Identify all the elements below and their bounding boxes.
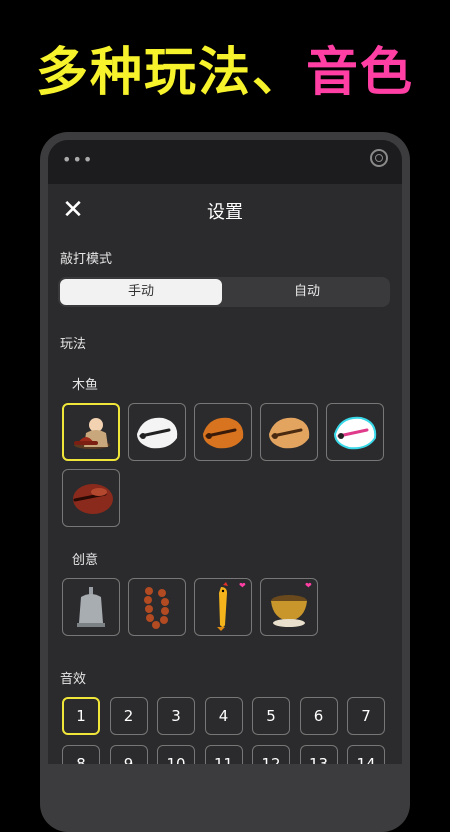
sound-option-2[interactable]: 2 <box>109 697 148 735</box>
woodfish-grid <box>48 403 402 535</box>
page-title: 设置 <box>207 202 243 223</box>
woodfish-tile-neon[interactable] <box>326 403 384 461</box>
prayer-beads-icon <box>144 587 169 629</box>
monk-woodfish-icon <box>74 418 110 449</box>
favorite-heart-icon: ❤ <box>239 581 246 590</box>
creative-tile-chicken[interactable]: ❤ <box>194 578 252 636</box>
creative-label: 创意 <box>72 553 99 568</box>
sound-effects-grid: 1 2 3 4 5 6 7 8 9 10 11 12 13 14 <box>48 697 402 764</box>
sound-option-10[interactable]: 10 <box>157 745 195 764</box>
mode-segmented-control: 手动 自动 <box>58 277 390 307</box>
mode-option-auto[interactable]: 自动 <box>226 279 388 305</box>
sound-option-3[interactable]: 3 <box>157 697 195 735</box>
sound-option-11[interactable]: 11 <box>204 745 243 764</box>
sound-option-7[interactable]: 7 <box>347 697 385 735</box>
creative-tile-bell[interactable] <box>62 578 120 636</box>
sound-option-12[interactable]: 12 <box>252 745 290 764</box>
bell-icon <box>77 587 105 627</box>
mode-option-manual[interactable]: 手动 <box>60 279 222 305</box>
status-bar: ••• <box>48 140 402 184</box>
top-bar: ✕ 设置 <box>48 184 402 238</box>
woodfish-tile-dark-red[interactable] <box>62 469 120 527</box>
headline-part1: 多种玩法 <box>35 43 252 103</box>
play-label: 玩法 <box>60 337 87 352</box>
sound-option-8[interactable]: 8 <box>62 745 100 764</box>
settings-screen: ••• ✕ 设置 敲打模式 手动 自动 玩法 木鱼 创意 ❤ ❤ 音效 1 2 … <box>48 140 402 764</box>
woodfish-label: 木鱼 <box>72 378 99 393</box>
white-woodfish-icon <box>137 417 178 449</box>
woodfish-tile-orange[interactable] <box>194 403 252 461</box>
phone-bottom-bezel <box>40 764 410 800</box>
dark-red-woodfish-icon <box>73 484 113 514</box>
creative-tile-bowl[interactable]: ❤ <box>260 578 318 636</box>
sound-option-1[interactable]: 1 <box>62 697 100 735</box>
headline-part2: 音色 <box>306 43 415 103</box>
woodfish-tile-monk[interactable] <box>62 403 120 461</box>
mode-label: 敲打模式 <box>60 252 113 267</box>
sound-option-5[interactable]: 5 <box>252 697 290 735</box>
menu-dots-icon[interactable]: ••• <box>62 150 93 169</box>
creative-tile-beads[interactable] <box>128 578 186 636</box>
sound-option-9[interactable]: 9 <box>109 745 148 764</box>
creative-grid: ❤ ❤ <box>48 578 402 644</box>
light-wood-woodfish-icon <box>269 417 310 449</box>
woodfish-tile-light-wood[interactable] <box>260 403 318 461</box>
promo-headline: 多种玩法、音色 <box>0 38 450 108</box>
neon-woodfish-icon <box>333 416 377 450</box>
woodfish-tile-white[interactable] <box>128 403 186 461</box>
sound-option-14[interactable]: 14 <box>347 745 385 764</box>
settings-ring-icon[interactable] <box>370 149 388 167</box>
sound-effects-label: 音效 <box>60 672 87 687</box>
sound-option-6[interactable]: 6 <box>299 697 338 735</box>
sound-option-13[interactable]: 13 <box>299 745 338 764</box>
sound-option-4[interactable]: 4 <box>204 697 243 735</box>
headline-separator: 、 <box>251 43 306 103</box>
orange-woodfish-icon <box>203 417 244 449</box>
favorite-heart-icon: ❤ <box>305 581 312 590</box>
